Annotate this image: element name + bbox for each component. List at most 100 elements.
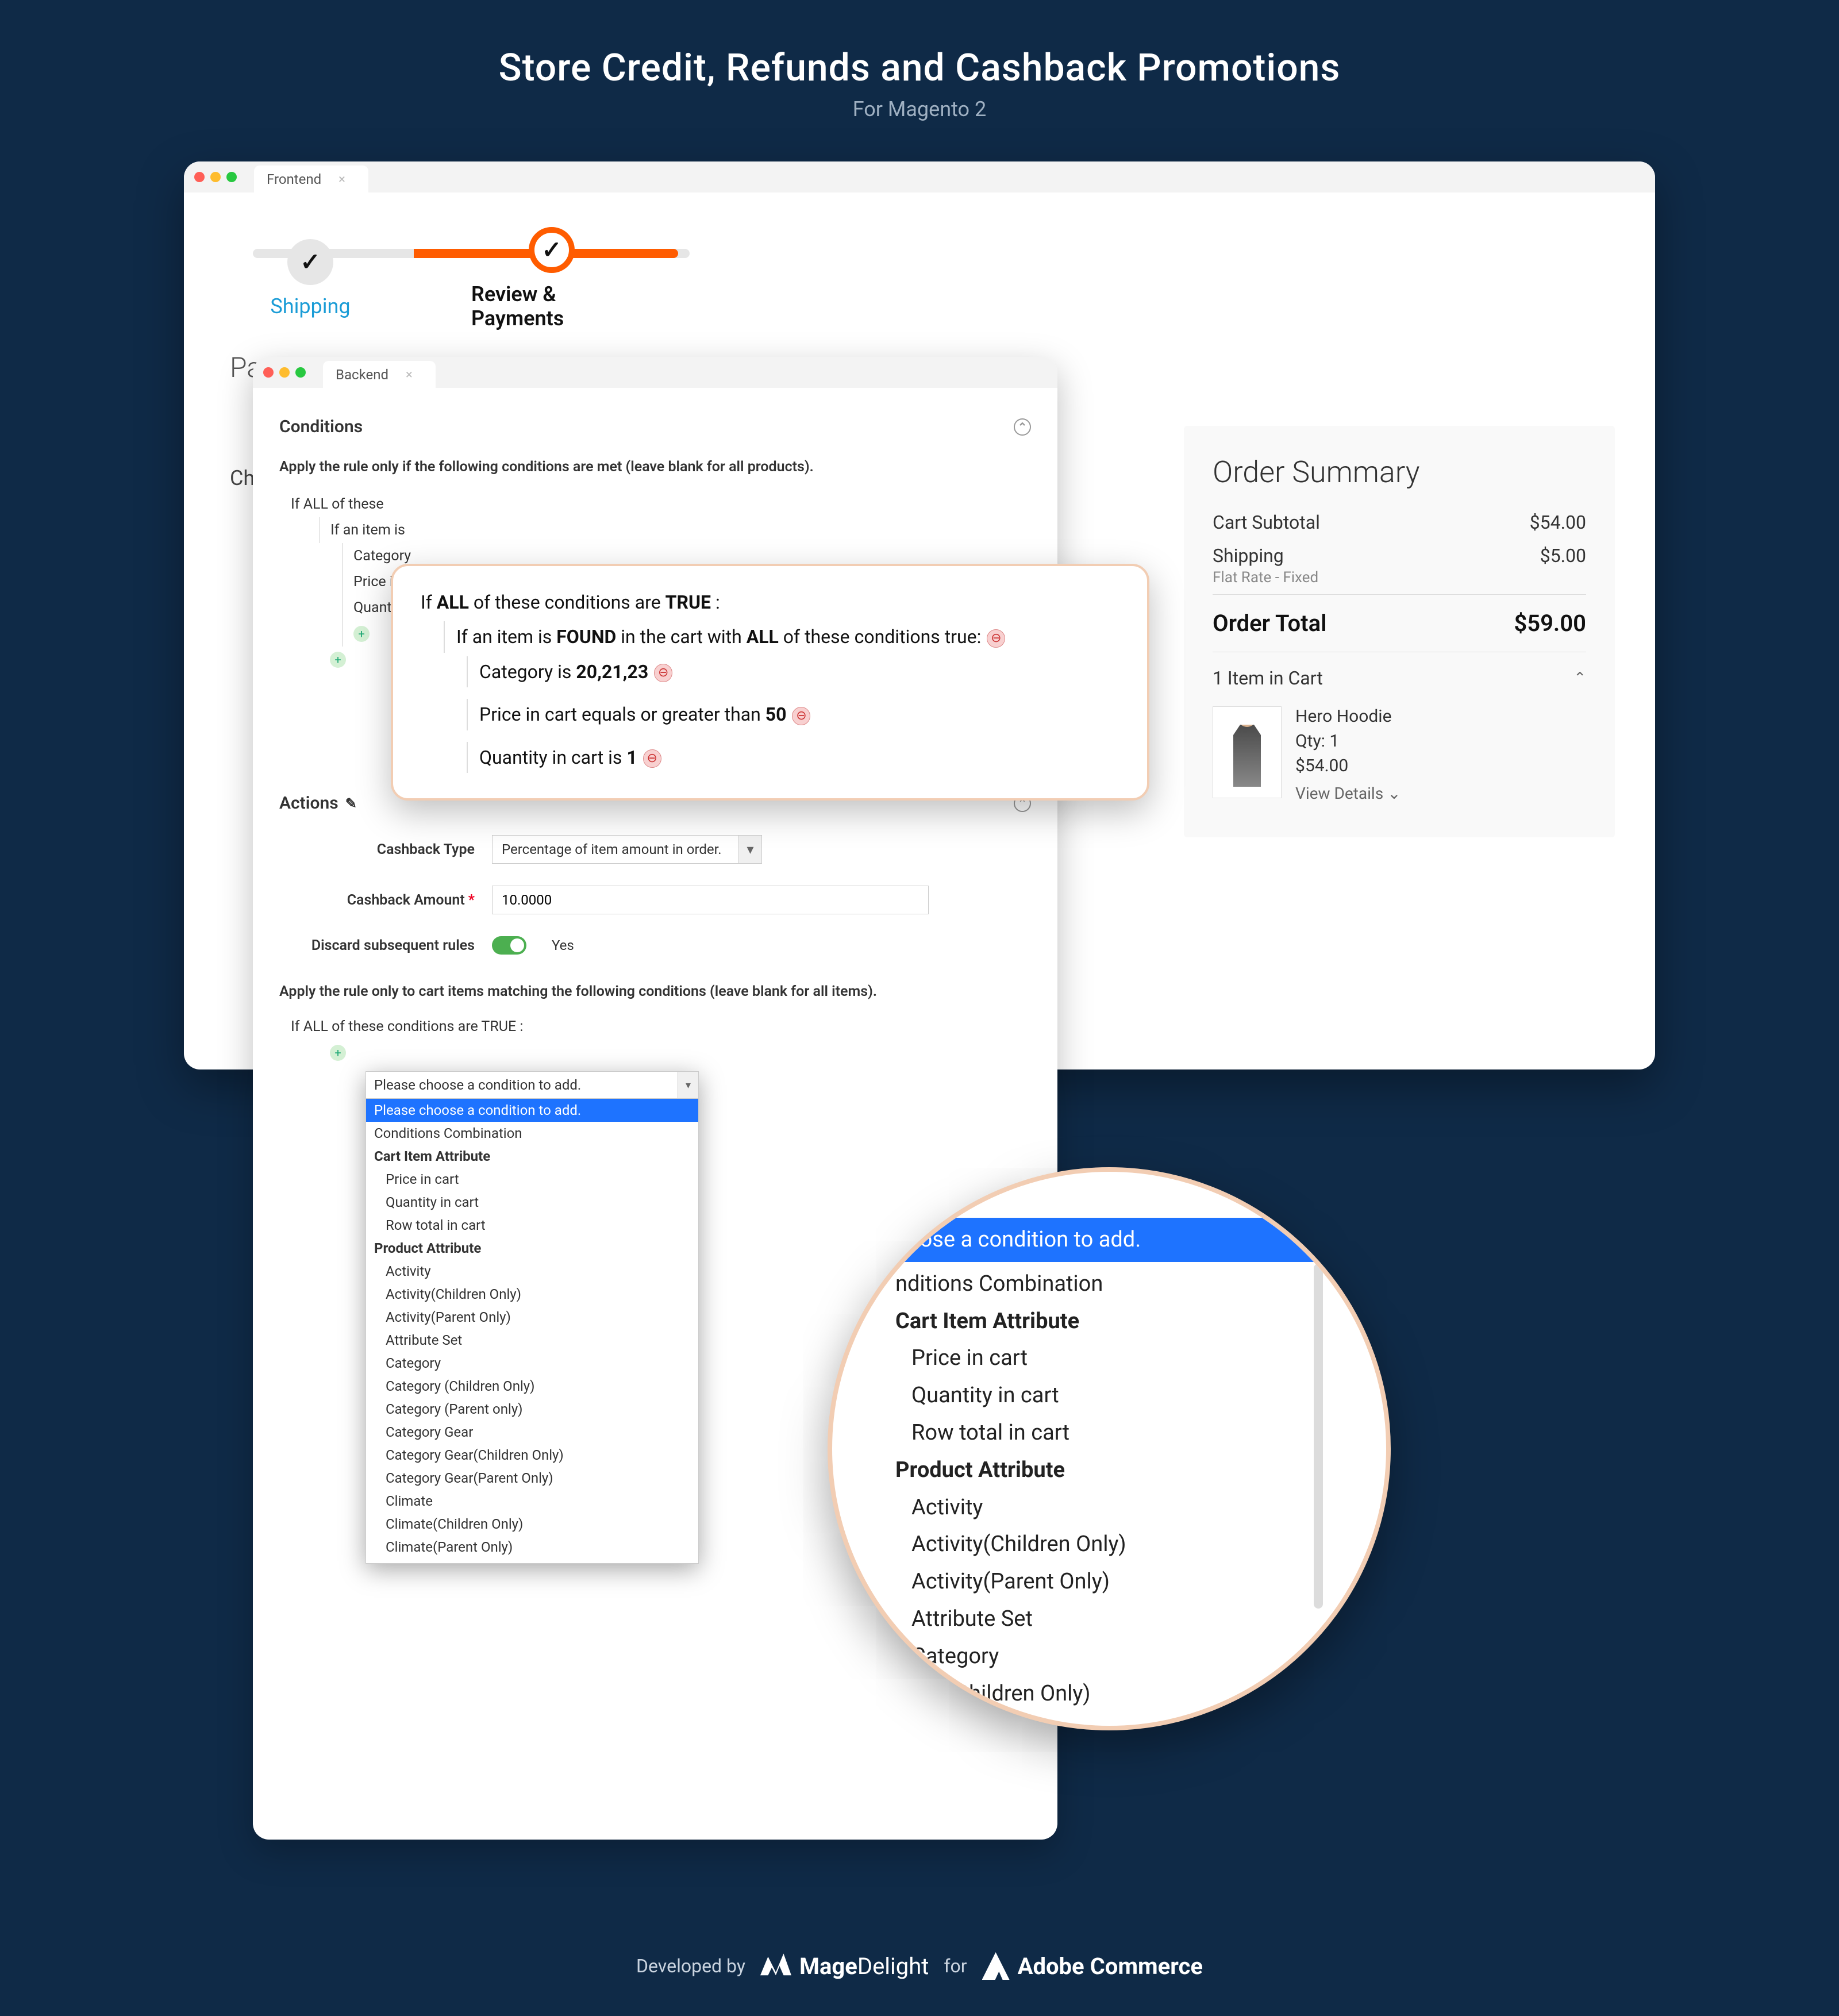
dropdown-option[interactable]: Category (Parent only)	[366, 1398, 698, 1421]
dropdown-option[interactable]: Attribute Set	[366, 1329, 698, 1352]
delete-icon[interactable]: ⊖	[654, 664, 672, 682]
maximize-icon[interactable]	[226, 172, 237, 182]
window-controls	[263, 367, 306, 378]
magnified-option[interactable]: Product Attribute	[884, 1452, 1355, 1489]
minimize-icon[interactable]	[279, 367, 290, 378]
step-review[interactable]: ✓ Review & Payments	[471, 227, 632, 330]
magnifier: hoose a condition to add. nditions Combi…	[828, 1167, 1391, 1730]
shipping-row: Shipping $5.00	[1213, 539, 1586, 572]
minimize-icon[interactable]	[210, 172, 221, 182]
magnified-option[interactable]: Row total in cart	[884, 1414, 1355, 1452]
dropdown-option[interactable]: Row total in cart	[366, 1214, 698, 1237]
dropdown-option[interactable]: Activity(Children Only)	[366, 1283, 698, 1306]
shipping-label: Shipping	[1213, 545, 1284, 567]
cart-items-header[interactable]: 1 Item in Cart ⌃	[1213, 652, 1586, 701]
magnified-option[interactable]: ory (Children Only)	[884, 1675, 1355, 1713]
cashback-type-label: Cashback Type	[279, 841, 475, 858]
add-condition-button[interactable]: +	[330, 1045, 346, 1061]
adobe-commerce-logo[interactable]: Adobe Commerce	[982, 1952, 1203, 1980]
condition-select[interactable]: Please choose a condition to add. ▾	[366, 1071, 699, 1099]
scrollbar[interactable]	[1314, 1264, 1323, 1609]
product-price: $54.00	[1295, 756, 1401, 776]
magedelight-logo[interactable]: MageDelight	[760, 1950, 929, 1982]
dropdown-option[interactable]: Climate(Parent Only)	[366, 1536, 698, 1559]
dropdown-option[interactable]: Activity(Parent Only)	[366, 1306, 698, 1329]
dropdown-option[interactable]: Climate	[366, 1490, 698, 1513]
delete-icon[interactable]: ⊖	[792, 707, 810, 725]
pencil-icon[interactable]: ✎	[345, 795, 357, 811]
cashback-amount-input[interactable]	[492, 886, 929, 914]
dropdown-option[interactable]: Activity	[366, 1260, 698, 1283]
cashback-amount-label: Cashback Amount*	[279, 892, 475, 909]
cart-count: 1 Item in Cart	[1213, 667, 1323, 689]
order-total-row: Order Total $59.00	[1213, 594, 1586, 652]
tab-label: Frontend	[267, 171, 321, 187]
dropdown-option[interactable]: Climate(Children Only)	[366, 1513, 698, 1536]
collapse-icon[interactable]: ⌃	[1014, 418, 1031, 436]
add-condition-button[interactable]: +	[330, 652, 346, 668]
step-shipping[interactable]: ✓ Shipping	[230, 239, 391, 318]
magnified-option[interactable]: Quantity in cart	[884, 1377, 1355, 1414]
dropdown-option[interactable]: Category Gear(Parent Only)	[366, 1467, 698, 1490]
maximize-icon[interactable]	[295, 367, 306, 378]
dropdown-option[interactable]: Product Attribute	[366, 1237, 698, 1260]
magnified-option[interactable]: Category	[884, 1638, 1355, 1675]
magnified-option[interactable]: Price in cart	[884, 1340, 1355, 1377]
cond-level1[interactable]: If ALL of these	[291, 491, 1031, 517]
conditions-title: Conditions	[279, 417, 363, 437]
select-value: Percentage of item amount in order.	[502, 841, 722, 857]
dropdown-option[interactable]: Conditions Combination	[366, 1122, 698, 1145]
magnified-option[interactable]: Activity	[884, 1489, 1355, 1526]
delete-icon[interactable]: ⊖	[643, 749, 661, 768]
step-label: Review & Payments	[471, 282, 632, 330]
condition-options-list: Please choose a condition to add.Conditi…	[366, 1099, 699, 1564]
cashback-type-select[interactable]: Percentage of item amount in order. ▾	[492, 835, 762, 864]
close-icon[interactable]: ×	[406, 368, 413, 382]
discard-toggle[interactable]	[492, 936, 526, 955]
magnified-option[interactable]: Activity(Parent Only)	[884, 1563, 1355, 1601]
product-thumbnail[interactable]	[1213, 706, 1282, 798]
backend-titlebar: Backend ×	[253, 357, 1057, 388]
dropdown-option[interactable]: Category	[366, 1352, 698, 1375]
magnified-option[interactable]: Cart Item Attribute	[884, 1303, 1355, 1340]
callout-line3c: Quantity in cart is 1⊖	[467, 742, 1119, 773]
add-condition-button[interactable]: +	[353, 626, 370, 642]
cart-item: Hero Hoodie Qty: 1 $54.00 View Details ⌄	[1213, 701, 1586, 803]
cashback-type-row: Cashback Type Percentage of item amount …	[279, 835, 1031, 864]
delete-icon[interactable]: ⊖	[987, 629, 1005, 648]
cond-level2[interactable]: If an item is	[320, 517, 1031, 543]
dropdown-option[interactable]: Category Gear(Children Only)	[366, 1444, 698, 1467]
caret-down-icon: ▾	[738, 836, 761, 863]
magnified-option[interactable]: nditions Combination	[884, 1265, 1355, 1303]
product-qty: Qty: 1	[1295, 731, 1401, 751]
close-icon[interactable]	[194, 172, 205, 182]
close-icon[interactable]	[263, 367, 274, 378]
conditions-section-header[interactable]: Conditions ⌃	[279, 411, 1031, 454]
actions-tree: If ALL of these conditions are TRUE : +	[279, 1014, 1031, 1065]
frontend-titlebar: Frontend ×	[184, 161, 1655, 193]
magnified-selected-option[interactable]: hoose a condition to add.	[884, 1218, 1355, 1262]
tab-backend[interactable]: Backend ×	[323, 361, 436, 388]
dropdown-option[interactable]: Please choose a condition to add.	[366, 1099, 698, 1122]
magnified-option[interactable]: Activity(Children Only)	[884, 1526, 1355, 1563]
view-details-link[interactable]: View Details ⌄	[1295, 784, 1401, 803]
shipping-method: Flat Rate - Fixed	[1213, 569, 1586, 586]
check-icon: ✓	[541, 236, 561, 264]
dropdown-option[interactable]: Category (Children Only)	[366, 1375, 698, 1398]
callout-line1: If ALL of these conditions are TRUE :	[421, 587, 1119, 618]
act-level1[interactable]: If ALL of these conditions are TRUE :	[291, 1014, 1031, 1040]
total-label: Order Total	[1213, 610, 1327, 637]
dropdown-option[interactable]: Category Gear	[366, 1421, 698, 1444]
actions-title: Actions	[279, 793, 338, 813]
cashback-amount-row: Cashback Amount*	[279, 886, 1031, 914]
page-header: Store Credit, Refunds and Cashback Promo…	[0, 0, 1839, 138]
toggle-value: Yes	[552, 937, 574, 953]
close-icon[interactable]: ×	[338, 172, 345, 187]
conditions-callout: If ALL of these conditions are TRUE : If…	[391, 564, 1149, 801]
dropdown-option[interactable]: Quantity in cart	[366, 1191, 698, 1214]
tab-frontend[interactable]: Frontend ×	[254, 166, 368, 193]
magnified-option[interactable]: Attribute Set	[884, 1601, 1355, 1638]
dropdown-option[interactable]: Cart Item Attribute	[366, 1145, 698, 1168]
dropdown-option[interactable]: Price in cart	[366, 1168, 698, 1191]
subtotal-label: Cart Subtotal	[1213, 511, 1320, 533]
